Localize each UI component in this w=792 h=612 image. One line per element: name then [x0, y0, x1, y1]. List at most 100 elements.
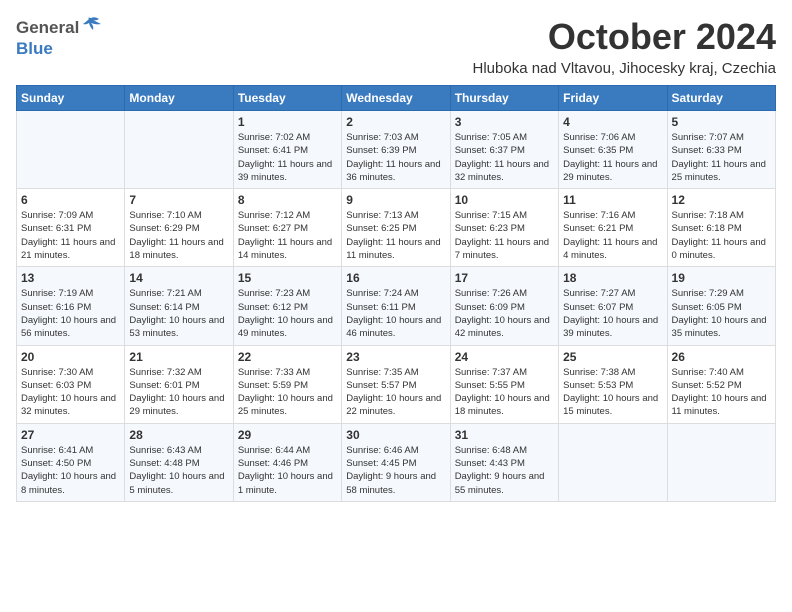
table-row: 4 Sunrise: 7:06 AM Sunset: 6:35 PM Daylig…: [559, 111, 667, 189]
table-row: 1 Sunrise: 7:02 AM Sunset: 6:41 PM Daylig…: [233, 111, 341, 189]
day-info: Sunrise: 7:26 AM Sunset: 6:09 PM Dayligh…: [455, 287, 554, 340]
logo-general-text: General: [16, 18, 79, 38]
calendar-header-row: Sunday Monday Tuesday Wednesday Thursday…: [17, 86, 776, 111]
table-row: 12Sunrise: 7:18 AM Sunset: 6:18 PM Dayli…: [667, 189, 775, 267]
day-info: Sunrise: 7:23 AM Sunset: 6:12 PM Dayligh…: [238, 287, 337, 340]
col-tuesday: Tuesday: [233, 86, 341, 111]
table-row: 23 Sunrise: 7:35 AM Sunset: 5:57 PM Dayli…: [342, 345, 450, 423]
day-info: Sunrise: 7:29 AM Sunset: 6:05 PM Dayligh…: [672, 287, 771, 340]
table-row: 10Sunrise: 7:15 AM Sunset: 6:23 PM Dayli…: [450, 189, 558, 267]
day-number: 25: [563, 350, 662, 364]
col-saturday: Saturday: [667, 86, 775, 111]
day-info: Sunrise: 6:46 AM Sunset: 4:45 PM Dayligh…: [346, 444, 445, 497]
table-row: [17, 111, 125, 189]
table-row: 14Sunrise: 7:21 AM Sunset: 6:14 PM Dayli…: [125, 267, 233, 345]
col-thursday: Thursday: [450, 86, 558, 111]
table-row: 27 Sunrise: 6:41 AM Sunset: 4:50 PM Dayli…: [17, 423, 125, 501]
day-info: Sunrise: 7:16 AM Sunset: 6:21 PM Dayligh…: [563, 209, 662, 262]
day-info: Sunrise: 7:27 AM Sunset: 6:07 PM Dayligh…: [563, 287, 662, 340]
title-section: October 2024 Hluboka nad Vltavou, Jihoce…: [473, 16, 777, 77]
day-number: 13: [21, 271, 120, 285]
day-number: 21: [129, 350, 228, 364]
day-number: 17: [455, 271, 554, 285]
day-info: Sunrise: 7:12 AM Sunset: 6:27 PM Dayligh…: [238, 209, 337, 262]
table-row: 21 Sunrise: 7:32 AM Sunset: 6:01 PM Dayli…: [125, 345, 233, 423]
day-info: Sunrise: 7:19 AM Sunset: 6:16 PM Dayligh…: [21, 287, 120, 340]
table-row: 7 Sunrise: 7:10 AM Sunset: 6:29 PM Daylig…: [125, 189, 233, 267]
day-number: 20: [21, 350, 120, 364]
table-row: 31 Sunrise: 6:48 AM Sunset: 4:43 PM Dayli…: [450, 423, 558, 501]
day-info: Sunrise: 7:15 AM Sunset: 6:23 PM Dayligh…: [455, 209, 554, 262]
day-number: 31: [455, 428, 554, 442]
day-info: Sunrise: 7:13 AM Sunset: 6:25 PM Dayligh…: [346, 209, 445, 262]
day-info: Sunrise: 6:41 AM Sunset: 4:50 PM Dayligh…: [21, 444, 120, 497]
table-row: 9 Sunrise: 7:13 AM Sunset: 6:25 PM Daylig…: [342, 189, 450, 267]
day-number: 16: [346, 271, 445, 285]
day-info: Sunrise: 7:32 AM Sunset: 6:01 PM Dayligh…: [129, 366, 228, 419]
table-row: 25 Sunrise: 7:38 AM Sunset: 5:53 PM Dayli…: [559, 345, 667, 423]
day-info: Sunrise: 7:09 AM Sunset: 6:31 PM Dayligh…: [21, 209, 120, 262]
table-row: 11 Sunrise: 7:16 AM Sunset: 6:21 PM Dayli…: [559, 189, 667, 267]
day-info: Sunrise: 7:33 AM Sunset: 5:59 PM Dayligh…: [238, 366, 337, 419]
logo: General Blue: [16, 16, 103, 59]
day-info: Sunrise: 6:48 AM Sunset: 4:43 PM Dayligh…: [455, 444, 554, 497]
day-number: 2: [346, 115, 445, 129]
day-number: 11: [563, 193, 662, 207]
location-title: Hluboka nad Vltavou, Jihocesky kraj, Cze…: [473, 60, 777, 77]
day-info: Sunrise: 7:21 AM Sunset: 6:14 PM Dayligh…: [129, 287, 228, 340]
day-info: Sunrise: 7:38 AM Sunset: 5:53 PM Dayligh…: [563, 366, 662, 419]
day-number: 23: [346, 350, 445, 364]
logo-blue-text: Blue: [16, 39, 53, 58]
day-number: 8: [238, 193, 337, 207]
day-info: Sunrise: 7:06 AM Sunset: 6:35 PM Dayligh…: [563, 131, 662, 184]
day-info: Sunrise: 6:43 AM Sunset: 4:48 PM Dayligh…: [129, 444, 228, 497]
table-row: 5 Sunrise: 7:07 AM Sunset: 6:33 PM Daylig…: [667, 111, 775, 189]
day-info: Sunrise: 7:37 AM Sunset: 5:55 PM Dayligh…: [455, 366, 554, 419]
table-row: 18 Sunrise: 7:27 AM Sunset: 6:07 PM Dayli…: [559, 267, 667, 345]
day-info: Sunrise: 7:18 AM Sunset: 6:18 PM Dayligh…: [672, 209, 771, 262]
table-row: 30 Sunrise: 6:46 AM Sunset: 4:45 PM Dayli…: [342, 423, 450, 501]
table-row: 29Sunrise: 6:44 AM Sunset: 4:46 PM Dayli…: [233, 423, 341, 501]
day-number: 18: [563, 271, 662, 285]
day-info: Sunrise: 7:30 AM Sunset: 6:03 PM Dayligh…: [21, 366, 120, 419]
col-monday: Monday: [125, 86, 233, 111]
calendar-week-row: 6 Sunrise: 7:09 AM Sunset: 6:31 PM Daylig…: [17, 189, 776, 267]
day-number: 15: [238, 271, 337, 285]
col-sunday: Sunday: [17, 86, 125, 111]
day-info: Sunrise: 7:35 AM Sunset: 5:57 PM Dayligh…: [346, 366, 445, 419]
calendar-week-row: 20 Sunrise: 7:30 AM Sunset: 6:03 PM Dayli…: [17, 345, 776, 423]
table-row: 28Sunrise: 6:43 AM Sunset: 4:48 PM Dayli…: [125, 423, 233, 501]
table-row: [667, 423, 775, 501]
day-number: 9: [346, 193, 445, 207]
table-row: 26 Sunrise: 7:40 AM Sunset: 5:52 PM Dayli…: [667, 345, 775, 423]
table-row: 24 Sunrise: 7:37 AM Sunset: 5:55 PM Dayli…: [450, 345, 558, 423]
day-number: 6: [21, 193, 120, 207]
day-number: 26: [672, 350, 771, 364]
day-number: 5: [672, 115, 771, 129]
calendar-week-row: 13 Sunrise: 7:19 AM Sunset: 6:16 PM Dayli…: [17, 267, 776, 345]
day-number: 27: [21, 428, 120, 442]
day-number: 30: [346, 428, 445, 442]
table-row: 19 Sunrise: 7:29 AM Sunset: 6:05 PM Dayli…: [667, 267, 775, 345]
calendar-week-row: 27 Sunrise: 6:41 AM Sunset: 4:50 PM Dayli…: [17, 423, 776, 501]
table-row: 17 Sunrise: 7:26 AM Sunset: 6:09 PM Dayli…: [450, 267, 558, 345]
table-row: 20 Sunrise: 7:30 AM Sunset: 6:03 PM Dayli…: [17, 345, 125, 423]
day-number: 29: [238, 428, 337, 442]
day-info: Sunrise: 7:02 AM Sunset: 6:41 PM Dayligh…: [238, 131, 337, 184]
day-number: 7: [129, 193, 228, 207]
day-number: 4: [563, 115, 662, 129]
table-row: 15 Sunrise: 7:23 AM Sunset: 6:12 PM Dayli…: [233, 267, 341, 345]
day-number: 19: [672, 271, 771, 285]
day-number: 24: [455, 350, 554, 364]
table-row: 22Sunrise: 7:33 AM Sunset: 5:59 PM Dayli…: [233, 345, 341, 423]
col-friday: Friday: [559, 86, 667, 111]
day-info: Sunrise: 7:10 AM Sunset: 6:29 PM Dayligh…: [129, 209, 228, 262]
calendar-week-row: 1 Sunrise: 7:02 AM Sunset: 6:41 PM Daylig…: [17, 111, 776, 189]
day-number: 3: [455, 115, 554, 129]
day-info: Sunrise: 7:07 AM Sunset: 6:33 PM Dayligh…: [672, 131, 771, 184]
table-row: 2Sunrise: 7:03 AM Sunset: 6:39 PM Daylig…: [342, 111, 450, 189]
day-info: Sunrise: 7:40 AM Sunset: 5:52 PM Dayligh…: [672, 366, 771, 419]
table-row: 3 Sunrise: 7:05 AM Sunset: 6:37 PM Daylig…: [450, 111, 558, 189]
day-info: Sunrise: 7:05 AM Sunset: 6:37 PM Dayligh…: [455, 131, 554, 184]
day-number: 1: [238, 115, 337, 129]
